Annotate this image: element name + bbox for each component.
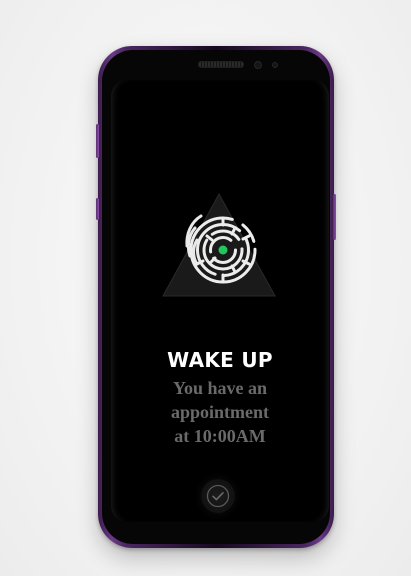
phone-screen: WAKE UP You have an appointment at 10:00…	[111, 80, 329, 522]
volume-button	[96, 198, 99, 220]
power-button	[96, 124, 99, 158]
front-camera-icon	[254, 61, 262, 69]
confirm-button[interactable]	[201, 479, 235, 513]
alarm-message-line: appointment	[170, 402, 269, 422]
earpiece-speaker	[198, 61, 244, 68]
check-circle-icon	[206, 484, 230, 508]
bixby-button	[333, 194, 336, 240]
phone-bezel: WAKE UP You have an appointment at 10:00…	[102, 50, 330, 544]
alarm-message-line: You have an	[172, 378, 268, 398]
proximity-sensor	[272, 62, 278, 68]
phone-device: WAKE UP You have an appointment at 10:00…	[96, 46, 336, 548]
alarm-message: You have an appointment at 10:00AM	[111, 376, 329, 448]
alarm-message-line: at 10:00AM	[174, 426, 266, 446]
maze-triangle-logo-icon	[162, 192, 276, 297]
alarm-title: WAKE UP	[167, 348, 273, 372]
page-background: WAKE UP You have an appointment at 10:00…	[0, 0, 411, 576]
